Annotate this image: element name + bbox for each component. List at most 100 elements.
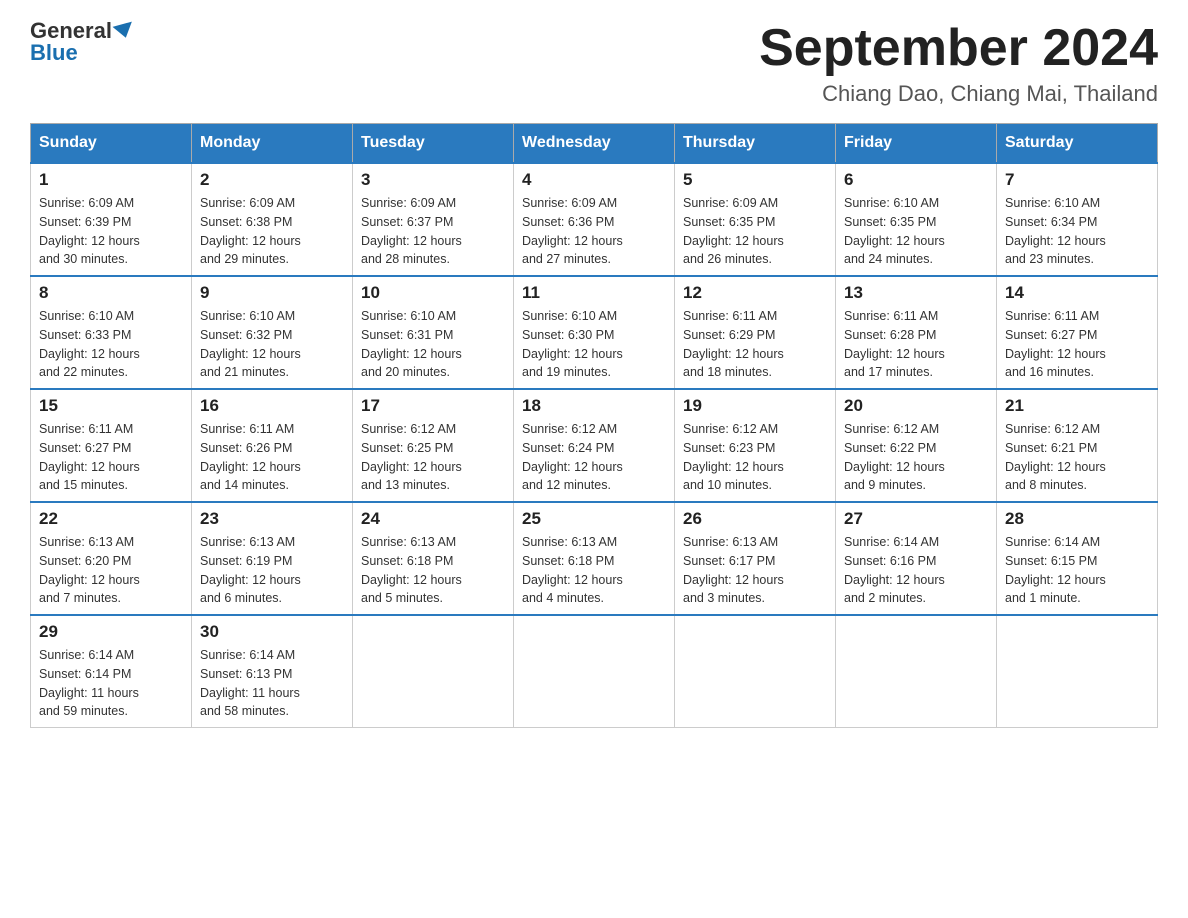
calendar-cell: 26 Sunrise: 6:13 AMSunset: 6:17 PMDaylig… [675,502,836,615]
calendar-cell [997,615,1158,728]
day-info: Sunrise: 6:14 AMSunset: 6:15 PMDaylight:… [1005,535,1106,605]
day-number: 27 [844,509,988,529]
calendar-cell: 19 Sunrise: 6:12 AMSunset: 6:23 PMDaylig… [675,389,836,502]
day-number: 20 [844,396,988,416]
calendar-cell: 22 Sunrise: 6:13 AMSunset: 6:20 PMDaylig… [31,502,192,615]
calendar-cell [353,615,514,728]
logo-general-text: General [30,20,112,42]
calendar-cell: 8 Sunrise: 6:10 AMSunset: 6:33 PMDayligh… [31,276,192,389]
calendar-cell: 21 Sunrise: 6:12 AMSunset: 6:21 PMDaylig… [997,389,1158,502]
day-info: Sunrise: 6:13 AMSunset: 6:17 PMDaylight:… [683,535,784,605]
calendar-cell: 5 Sunrise: 6:09 AMSunset: 6:35 PMDayligh… [675,163,836,276]
calendar-cell: 23 Sunrise: 6:13 AMSunset: 6:19 PMDaylig… [192,502,353,615]
day-info: Sunrise: 6:09 AMSunset: 6:37 PMDaylight:… [361,196,462,266]
day-number: 12 [683,283,827,303]
calendar-cell: 6 Sunrise: 6:10 AMSunset: 6:35 PMDayligh… [836,163,997,276]
page-header: General Blue September 2024 Chiang Dao, … [30,20,1158,107]
day-number: 24 [361,509,505,529]
day-number: 4 [522,170,666,190]
day-info: Sunrise: 6:10 AMSunset: 6:35 PMDaylight:… [844,196,945,266]
day-number: 6 [844,170,988,190]
logo: General Blue [30,20,134,64]
day-info: Sunrise: 6:14 AMSunset: 6:13 PMDaylight:… [200,648,300,718]
weekday-header-thursday: Thursday [675,124,836,164]
day-number: 13 [844,283,988,303]
calendar-cell: 1 Sunrise: 6:09 AMSunset: 6:39 PMDayligh… [31,163,192,276]
day-info: Sunrise: 6:12 AMSunset: 6:24 PMDaylight:… [522,422,623,492]
day-number: 28 [1005,509,1149,529]
day-number: 30 [200,622,344,642]
calendar-cell: 9 Sunrise: 6:10 AMSunset: 6:32 PMDayligh… [192,276,353,389]
location-title: Chiang Dao, Chiang Mai, Thailand [759,81,1158,107]
calendar-cell: 3 Sunrise: 6:09 AMSunset: 6:37 PMDayligh… [353,163,514,276]
calendar-cell: 12 Sunrise: 6:11 AMSunset: 6:29 PMDaylig… [675,276,836,389]
day-info: Sunrise: 6:11 AMSunset: 6:26 PMDaylight:… [200,422,301,492]
calendar-cell: 20 Sunrise: 6:12 AMSunset: 6:22 PMDaylig… [836,389,997,502]
calendar-cell: 15 Sunrise: 6:11 AMSunset: 6:27 PMDaylig… [31,389,192,502]
day-number: 19 [683,396,827,416]
day-number: 17 [361,396,505,416]
day-info: Sunrise: 6:14 AMSunset: 6:14 PMDaylight:… [39,648,139,718]
day-number: 26 [683,509,827,529]
calendar-week-row: 22 Sunrise: 6:13 AMSunset: 6:20 PMDaylig… [31,502,1158,615]
day-number: 10 [361,283,505,303]
calendar-cell [836,615,997,728]
logo-triangle-icon [112,22,135,41]
day-info: Sunrise: 6:10 AMSunset: 6:34 PMDaylight:… [1005,196,1106,266]
day-number: 22 [39,509,183,529]
day-number: 14 [1005,283,1149,303]
day-info: Sunrise: 6:09 AMSunset: 6:35 PMDaylight:… [683,196,784,266]
day-info: Sunrise: 6:13 AMSunset: 6:20 PMDaylight:… [39,535,140,605]
day-number: 7 [1005,170,1149,190]
calendar-cell: 2 Sunrise: 6:09 AMSunset: 6:38 PMDayligh… [192,163,353,276]
calendar-cell [514,615,675,728]
weekday-header-friday: Friday [836,124,997,164]
day-info: Sunrise: 6:11 AMSunset: 6:29 PMDaylight:… [683,309,784,379]
calendar-cell: 10 Sunrise: 6:10 AMSunset: 6:31 PMDaylig… [353,276,514,389]
day-number: 21 [1005,396,1149,416]
day-info: Sunrise: 6:09 AMSunset: 6:39 PMDaylight:… [39,196,140,266]
day-info: Sunrise: 6:14 AMSunset: 6:16 PMDaylight:… [844,535,945,605]
calendar-week-row: 15 Sunrise: 6:11 AMSunset: 6:27 PMDaylig… [31,389,1158,502]
month-title: September 2024 [759,20,1158,77]
day-info: Sunrise: 6:12 AMSunset: 6:23 PMDaylight:… [683,422,784,492]
calendar-cell: 27 Sunrise: 6:14 AMSunset: 6:16 PMDaylig… [836,502,997,615]
title-section: September 2024 Chiang Dao, Chiang Mai, T… [759,20,1158,107]
day-number: 1 [39,170,183,190]
calendar-cell: 11 Sunrise: 6:10 AMSunset: 6:30 PMDaylig… [514,276,675,389]
day-number: 11 [522,283,666,303]
weekday-header-tuesday: Tuesday [353,124,514,164]
day-number: 5 [683,170,827,190]
calendar-cell: 14 Sunrise: 6:11 AMSunset: 6:27 PMDaylig… [997,276,1158,389]
calendar-cell [675,615,836,728]
weekday-header-saturday: Saturday [997,124,1158,164]
day-number: 29 [39,622,183,642]
day-info: Sunrise: 6:09 AMSunset: 6:38 PMDaylight:… [200,196,301,266]
weekday-header-sunday: Sunday [31,124,192,164]
calendar-table: SundayMondayTuesdayWednesdayThursdayFrid… [30,123,1158,728]
calendar-cell: 25 Sunrise: 6:13 AMSunset: 6:18 PMDaylig… [514,502,675,615]
calendar-cell: 17 Sunrise: 6:12 AMSunset: 6:25 PMDaylig… [353,389,514,502]
weekday-header-monday: Monday [192,124,353,164]
calendar-cell: 18 Sunrise: 6:12 AMSunset: 6:24 PMDaylig… [514,389,675,502]
day-number: 25 [522,509,666,529]
day-info: Sunrise: 6:10 AMSunset: 6:30 PMDaylight:… [522,309,623,379]
day-number: 9 [200,283,344,303]
day-info: Sunrise: 6:12 AMSunset: 6:22 PMDaylight:… [844,422,945,492]
calendar-cell: 24 Sunrise: 6:13 AMSunset: 6:18 PMDaylig… [353,502,514,615]
day-number: 2 [200,170,344,190]
day-info: Sunrise: 6:10 AMSunset: 6:33 PMDaylight:… [39,309,140,379]
calendar-cell: 29 Sunrise: 6:14 AMSunset: 6:14 PMDaylig… [31,615,192,728]
calendar-cell: 30 Sunrise: 6:14 AMSunset: 6:13 PMDaylig… [192,615,353,728]
day-info: Sunrise: 6:09 AMSunset: 6:36 PMDaylight:… [522,196,623,266]
day-number: 16 [200,396,344,416]
weekday-header-wednesday: Wednesday [514,124,675,164]
calendar-cell: 7 Sunrise: 6:10 AMSunset: 6:34 PMDayligh… [997,163,1158,276]
day-info: Sunrise: 6:13 AMSunset: 6:18 PMDaylight:… [522,535,623,605]
calendar-cell: 4 Sunrise: 6:09 AMSunset: 6:36 PMDayligh… [514,163,675,276]
day-number: 8 [39,283,183,303]
calendar-cell: 28 Sunrise: 6:14 AMSunset: 6:15 PMDaylig… [997,502,1158,615]
day-info: Sunrise: 6:12 AMSunset: 6:25 PMDaylight:… [361,422,462,492]
calendar-week-row: 29 Sunrise: 6:14 AMSunset: 6:14 PMDaylig… [31,615,1158,728]
calendar-week-row: 1 Sunrise: 6:09 AMSunset: 6:39 PMDayligh… [31,163,1158,276]
